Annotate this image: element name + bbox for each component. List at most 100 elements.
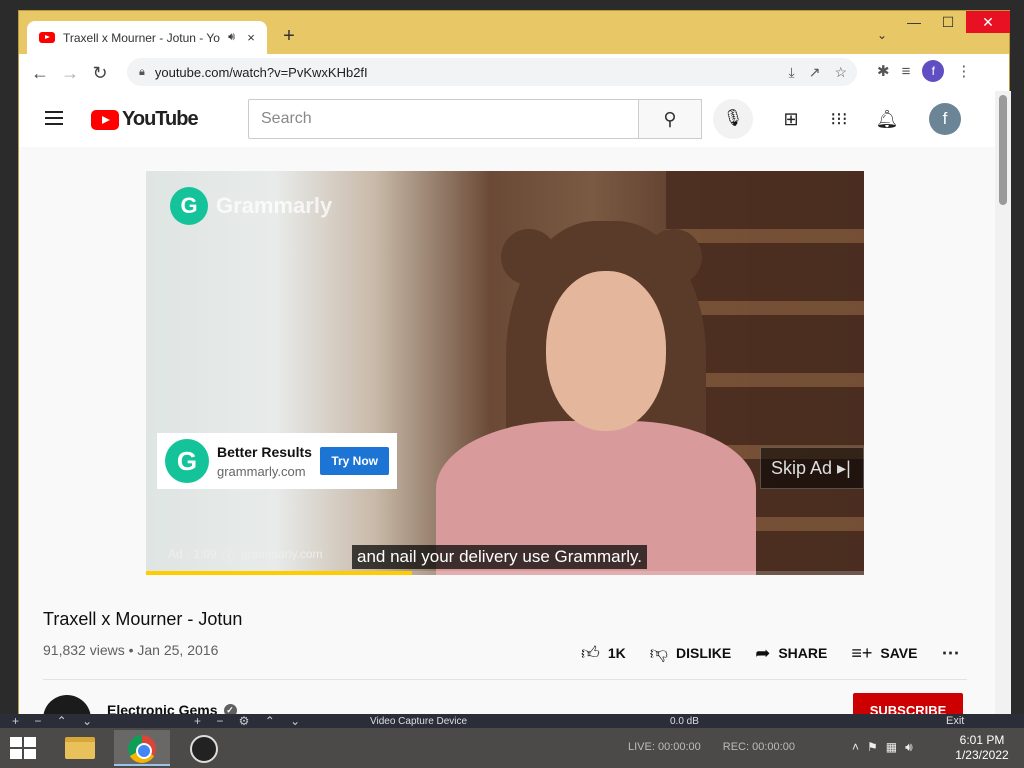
ad-card-domain: grammarly.com — [217, 463, 306, 479]
video-actions: 👍︎ 1K 👎︎ DISLIKE ➦ SHARE ≡+ SAVE ⋯ — [581, 642, 959, 664]
more-actions-icon[interactable]: ⋯ — [941, 643, 959, 664]
obs-rec-status: REC: 00:00:00 — [722, 741, 795, 753]
scrollbar-thumb[interactable] — [999, 95, 1007, 205]
notifications-bell-icon[interactable]: 🔔︎ — [875, 107, 899, 131]
search-button[interactable]: ⚲ — [638, 99, 702, 139]
tray-volume-icon[interactable]: 🔊︎ — [905, 740, 913, 755]
like-count: 1K — [607, 645, 626, 661]
folder-icon — [65, 737, 95, 759]
obs-source-controls[interactable]: + − ⚙ ⌃ ⌄ — [194, 714, 306, 728]
person-face — [546, 271, 666, 431]
tab-strip: Traxell x Mourner - Jotun - YouTube 🔊︎ ×… — [19, 11, 1010, 54]
save-label: SAVE — [880, 645, 918, 661]
minimize-button[interactable]: — — [899, 11, 929, 33]
window-close-button[interactable]: ✕ — [966, 11, 1010, 33]
video-player[interactable]: G Grammarly G Better Results grammarly.c… — [146, 171, 864, 575]
tab-title: Traxell x Mourner - Jotun - YouTube — [63, 30, 220, 45]
obs-scene-controls[interactable]: + − ⌃ ⌄ — [12, 714, 98, 728]
account-avatar[interactable]: f — [929, 103, 961, 135]
browser-toolbar: ← → ↻ 🔒︎ youtube.com/watch?v=PvKwxKHb2fI… — [19, 54, 1009, 91]
ad-countdown: Ad · 1:09 — [168, 547, 217, 561]
lock-icon[interactable]: 🔒︎ — [139, 66, 145, 79]
obs-panel-strip: + − ⌃ ⌄ + − ⚙ ⌃ ⌄ Video Capture Device 0… — [0, 714, 1024, 728]
thumbs-down-icon: 👎︎ — [649, 643, 668, 663]
share-icon[interactable]: ↗ — [809, 64, 821, 81]
grammarly-logo-icon: G — [165, 439, 209, 483]
windows-start-icon[interactable] — [10, 737, 38, 759]
video-title: Traxell x Mourner - Jotun — [43, 609, 243, 629]
youtube-page: YouTube Search ⚲ 🎙︎ ⊞ ⁝⁝⁝ 🔔︎ f G Grammar… — [19, 91, 995, 719]
grammarly-logo-icon: G — [170, 187, 208, 225]
obs-exit-button[interactable]: Exit — [946, 715, 964, 727]
back-button[interactable]: ← — [25, 58, 55, 88]
clock-time: 6:01 PM — [959, 733, 1005, 747]
forward-button[interactable]: → — [55, 58, 85, 88]
tab-close-button[interactable]: × — [243, 30, 259, 45]
search-input[interactable]: Search — [248, 99, 639, 139]
grammarly-watermark: G Grammarly — [170, 187, 332, 225]
browser-window: Traxell x Mourner - Jotun - YouTube 🔊︎ ×… — [18, 10, 1011, 719]
bookmark-star-icon[interactable]: ☆ — [834, 64, 847, 81]
obs-audio-level: 0.0 dB — [670, 716, 699, 727]
dislike-label: DISLIKE — [676, 645, 732, 661]
media-control-icon[interactable]: ≡ — [902, 63, 911, 80]
voice-search-mic-icon[interactable]: 🎙︎ — [713, 99, 753, 139]
like-button[interactable]: 👍︎ 1K — [581, 642, 626, 664]
share-button[interactable]: ➦ SHARE — [755, 643, 827, 664]
video-views-date: 91,832 views • Jan 25, 2016 — [43, 642, 219, 658]
taskbar-clock[interactable]: 6:01 PM 1/23/2022 — [950, 733, 1014, 763]
share-arrow-icon: ➦ — [755, 642, 771, 663]
youtube-favicon-icon — [39, 32, 55, 43]
share-label: SHARE — [778, 645, 828, 661]
page-scrollbar[interactable] — [995, 91, 1011, 719]
obs-live-status: LIVE: 00:00:00 — [628, 741, 701, 753]
skip-ad-button[interactable]: Skip Ad ▸| — [760, 447, 864, 489]
search-icon: ⚲ — [663, 109, 677, 129]
thumbs-up-icon: 👍︎ — [581, 643, 600, 663]
obs-status: LIVE: 00:00:00 REC: 00:00:00 — [628, 741, 795, 753]
browser-tab[interactable]: Traxell x Mourner - Jotun - YouTube 🔊︎ × — [27, 21, 267, 54]
ad-progress-fill — [146, 571, 412, 575]
ad-advertiser-link[interactable]: grammarly.com — [241, 547, 323, 564]
new-tab-button[interactable]: + — [277, 25, 301, 48]
tray-chevron-icon[interactable]: ˄ — [852, 740, 859, 755]
divider — [43, 679, 967, 680]
create-video-icon[interactable]: ⊞ — [779, 107, 803, 131]
info-icon[interactable]: ⓘ — [223, 547, 235, 564]
obs-audio-device: Video Capture Device — [370, 716, 468, 727]
speaker-icon[interactable]: 🔊︎ — [228, 31, 235, 44]
extensions-puzzle-icon[interactable]: ✱ — [877, 62, 890, 80]
tab-search-button[interactable]: ⌄ — [877, 28, 887, 42]
profile-avatar[interactable]: f — [922, 60, 945, 82]
windows-taskbar: LIVE: 00:00:00 REC: 00:00:00 ˄ ⚑ ▦ 🔊︎ 6:… — [0, 728, 1024, 768]
youtube-masthead: YouTube Search ⚲ 🎙︎ ⊞ ⁝⁝⁝ 🔔︎ f — [19, 91, 995, 147]
try-now-button[interactable]: Try Now — [320, 447, 389, 475]
playlist-add-icon: ≡+ — [851, 642, 873, 663]
ad-overlay-card[interactable]: G Better Results grammarly.com Try Now — [157, 433, 397, 489]
youtube-wordmark: YouTube — [122, 108, 199, 130]
url-text[interactable]: youtube.com/watch?v=PvKwxKHb2fI — [155, 65, 368, 80]
system-tray: ˄ ⚑ ▦ 🔊︎ — [852, 740, 913, 755]
youtube-logo[interactable]: YouTube — [91, 108, 199, 131]
ad-progress-bar[interactable] — [146, 571, 864, 575]
tray-network-icon[interactable]: ▦ — [886, 740, 897, 755]
install-app-icon[interactable]: ⤓ — [789, 64, 795, 81]
taskbar-file-explorer[interactable] — [52, 730, 108, 766]
tray-security-icon[interactable]: ⚑ — [867, 740, 878, 755]
maximize-button[interactable]: ☐ — [933, 11, 963, 33]
dislike-button[interactable]: 👎︎ DISLIKE — [650, 642, 732, 664]
guide-menu-icon[interactable] — [45, 111, 63, 125]
address-bar[interactable]: 🔒︎ youtube.com/watch?v=PvKwxKHb2fI ⤓ ↗ ☆ — [127, 58, 857, 86]
chrome-icon — [128, 735, 156, 763]
taskbar-obs[interactable] — [176, 730, 232, 766]
save-button[interactable]: ≡+ SAVE — [851, 643, 917, 664]
clock-date: 1/23/2022 — [955, 748, 1009, 762]
reload-button[interactable]: ↻ — [85, 58, 115, 88]
taskbar-chrome[interactable] — [114, 730, 170, 766]
apps-grid-icon[interactable]: ⁝⁝⁝ — [827, 107, 851, 131]
browser-menu-icon[interactable]: ⋮ — [956, 62, 971, 80]
youtube-play-icon — [91, 109, 119, 130]
ad-info: Ad · 1:09 ⓘ grammarly.com — [168, 547, 323, 564]
ad-card-title: Better Results — [217, 443, 312, 460]
grammarly-watermark-text: Grammarly — [216, 193, 333, 218]
